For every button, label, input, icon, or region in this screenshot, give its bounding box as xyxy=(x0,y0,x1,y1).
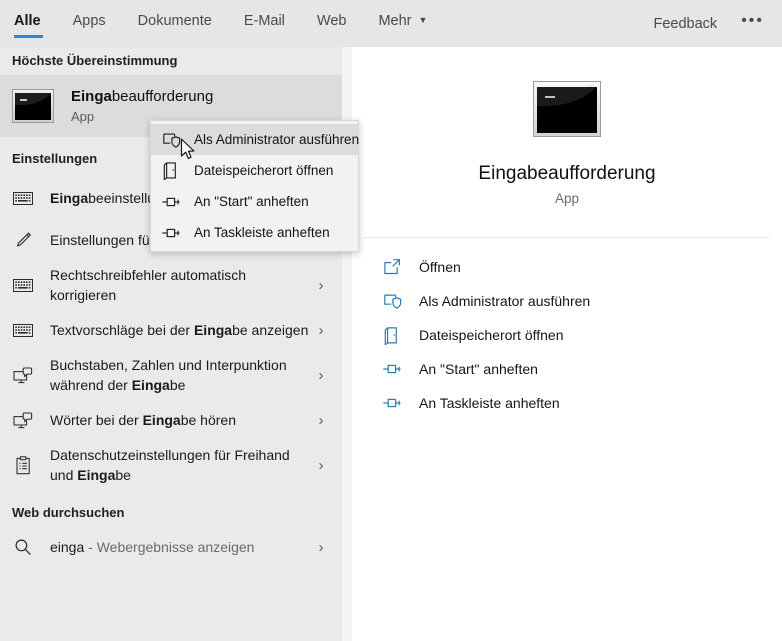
action-label: Als Administrator ausführen xyxy=(419,293,591,309)
keyboard-icon xyxy=(12,188,34,208)
monitor-speech-icon xyxy=(12,410,34,430)
monitor-speech-icon xyxy=(12,365,34,385)
web-search-query: einga xyxy=(50,539,85,555)
chevron-right-icon: › xyxy=(318,538,324,556)
setting-label-highlight: Einga xyxy=(142,412,181,428)
chevron-right-icon: › xyxy=(318,321,324,339)
pin-icon xyxy=(159,192,183,212)
setting-label-rest: beeinstellu xyxy=(88,190,156,206)
tab-strip: Alle Apps Dokumente E-Mail Web Mehr ▼ xyxy=(0,0,443,47)
folder-open-icon xyxy=(380,325,404,345)
best-match-header: Höchste Übereinstimmung xyxy=(12,53,178,68)
setting-row-datenschutz[interactable]: Datenschutzeinstellungen für Freihand un… xyxy=(0,441,342,489)
pen-icon xyxy=(12,230,34,250)
setting-label: Buchstaben, Zahlen und Interpunktion wäh… xyxy=(50,357,287,393)
tab-web[interactable]: Web xyxy=(301,0,363,47)
tab-mehr[interactable]: Mehr ▼ xyxy=(362,0,443,47)
best-match-title-rest: beaufforderung xyxy=(111,88,214,105)
search-icon xyxy=(12,538,34,556)
action-label: An "Start" anheften xyxy=(419,361,538,377)
tab-dokumente-label: Dokumente xyxy=(137,13,212,29)
action-label: Dateispeicherort öffnen xyxy=(419,327,564,343)
feedback-button[interactable]: Feedback xyxy=(644,16,728,32)
preview-actions: Öffnen Als Administrator ausführen Datei… xyxy=(352,238,782,420)
header-right-group: Feedback ••• xyxy=(644,0,782,47)
setting-label-rest: Rechtschreibfehler automatisch korrigier… xyxy=(50,267,247,303)
shield-run-icon xyxy=(159,130,183,150)
action-an-start-anheften[interactable]: An "Start" anheften xyxy=(352,352,782,386)
preview-title: Eingabeaufforderung xyxy=(478,163,656,184)
pin-icon xyxy=(380,359,404,379)
pin-icon xyxy=(380,393,404,413)
tab-apps-label: Apps xyxy=(72,13,106,29)
chevron-right-icon: › xyxy=(318,456,324,474)
web-search-result[interactable]: einga - Webergebnisse anzeigen › xyxy=(0,527,342,567)
web-search-header: Web durchsuchen xyxy=(12,505,125,520)
setting-label-highlight: Einga xyxy=(131,377,170,393)
chevron-right-icon: › xyxy=(318,276,324,294)
tab-mehr-label: Mehr xyxy=(378,13,412,29)
setting-label-highlight: Einga xyxy=(77,467,116,483)
tab-web-label: Web xyxy=(316,13,347,29)
clipboard-icon xyxy=(12,455,34,475)
folder-open-icon xyxy=(159,161,183,181)
setting-label: Wörter bei der Eingabe hören xyxy=(50,412,236,428)
setting-label: Rechtschreibfehler automatisch korrigier… xyxy=(50,265,310,305)
preview-subtitle: App xyxy=(554,191,580,206)
action-als-administrator-ausfuehren[interactable]: Als Administrator ausführen xyxy=(352,284,782,318)
context-menu-item-an-taskleiste-anheften[interactable]: An Taskleiste anheften xyxy=(151,217,358,248)
command-prompt-icon xyxy=(12,89,54,123)
context-menu-item-an-start-anheften[interactable]: An "Start" anheften xyxy=(151,186,358,217)
setting-label: Datenschutzeinstellungen für Freihand un… xyxy=(50,447,290,483)
preview-pane: ▫▫▫ Eingabeaufforderung App Öffnen Als A… xyxy=(352,47,782,641)
action-oeffnen[interactable]: Öffnen xyxy=(352,250,782,284)
shield-run-icon xyxy=(380,291,404,311)
chevron-right-icon: › xyxy=(318,411,324,429)
context-menu-item-dateispeicherort-oeffnen[interactable]: Dateispeicherort öffnen xyxy=(151,155,358,186)
open-external-icon xyxy=(380,257,404,277)
setting-row-textvorschlaege[interactable]: Textvorschläge bei der Eingabe anzeigen … xyxy=(0,309,342,351)
tab-email-label: E-Mail xyxy=(243,13,285,29)
search-flyout: Alle Apps Dokumente E-Mail Web Mehr ▼ Fee… xyxy=(0,0,782,641)
search-header: Alle Apps Dokumente E-Mail Web Mehr ▼ Fee… xyxy=(0,0,782,47)
context-menu: Als Administrator ausführen Dateispeiche… xyxy=(150,120,359,252)
tab-apps[interactable]: Apps xyxy=(57,0,122,47)
setting-row-buchstaben-zahlen[interactable]: Buchstaben, Zahlen und Interpunktion wäh… xyxy=(0,351,342,399)
chevron-down-icon: ▼ xyxy=(418,15,428,25)
more-options-icon[interactable]: ••• xyxy=(727,12,782,29)
command-prompt-icon: ▫▫▫ xyxy=(533,81,601,137)
context-menu-item-label: An Taskleiste anheften xyxy=(194,225,330,240)
setting-row-woerter-hoeren[interactable]: Wörter bei der Eingabe hören › xyxy=(0,399,342,441)
action-label: Öffnen xyxy=(419,259,461,275)
best-match-text: Eingabeaufforderung App xyxy=(71,88,213,124)
tab-email[interactable]: E-Mail xyxy=(228,0,301,47)
tab-dokumente[interactable]: Dokumente xyxy=(122,0,228,47)
context-menu-item-als-administrator-ausfuehren[interactable]: Als Administrator ausführen xyxy=(151,124,360,155)
chevron-right-icon: › xyxy=(318,366,324,384)
best-match-title: Eingabeaufforderung xyxy=(71,88,213,106)
action-an-taskleiste-anheften[interactable]: An Taskleiste anheften xyxy=(352,386,782,420)
tab-alle-label: Alle xyxy=(14,13,41,29)
context-menu-item-label: Als Administrator ausführen xyxy=(194,132,360,147)
keyboard-icon xyxy=(12,275,34,295)
setting-label: Textvorschläge bei der Eingabe anzeigen xyxy=(50,322,309,338)
context-menu-item-label: An "Start" anheften xyxy=(194,194,309,209)
context-menu-item-label: Dateispeicherort öffnen xyxy=(194,163,334,178)
setting-row-rechtschreibfehler[interactable]: Rechtschreibfehler automatisch korrigier… xyxy=(0,261,342,309)
action-dateispeicherort-oeffnen[interactable]: Dateispeicherort öffnen xyxy=(352,318,782,352)
setting-label-highlight: Einga xyxy=(50,190,89,206)
pin-icon xyxy=(159,223,183,243)
action-label: An Taskleiste anheften xyxy=(419,395,560,411)
keyboard-icon xyxy=(12,320,34,340)
tab-alle[interactable]: Alle xyxy=(0,0,57,47)
preview-header: ▫▫▫ Eingabeaufforderung App xyxy=(352,47,782,206)
setting-label-highlight: Einga xyxy=(193,322,233,338)
best-match-title-highlight: Einga xyxy=(71,88,112,105)
web-search-suffix: - Webergebnisse anzeigen xyxy=(84,539,255,555)
web-search-label: einga - Webergebnisse anzeigen xyxy=(50,539,310,555)
